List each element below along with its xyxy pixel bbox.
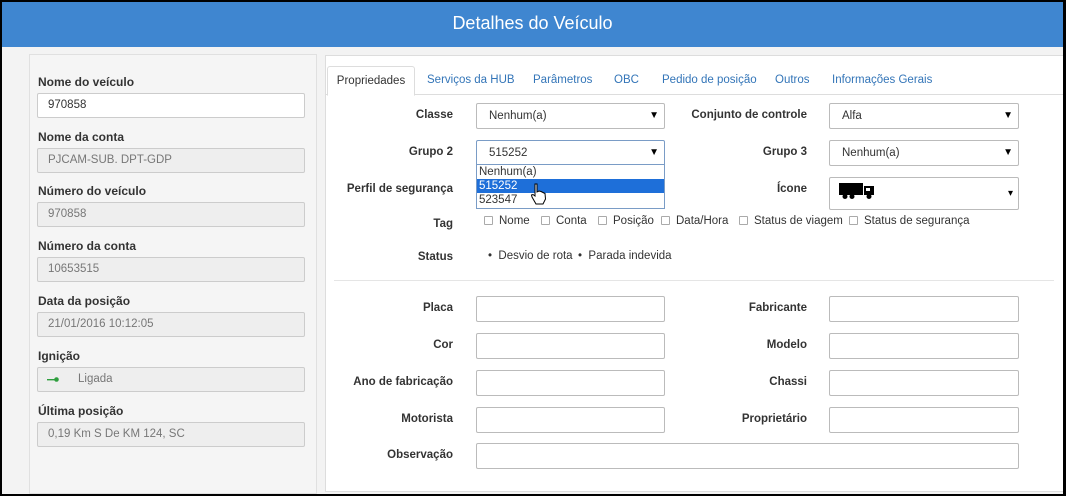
caret-down-icon: ▼ [1003, 147, 1013, 158]
status-desvio: Desvio de rota [498, 250, 573, 262]
tab-pedido-posicao[interactable]: Pedido de posição [662, 66, 757, 95]
observacao-label: Observação [387, 449, 453, 461]
conjunto-select[interactable]: Alfa ▼ [829, 103, 1019, 129]
account-number-field: 10653515 [37, 257, 305, 282]
section-divider [334, 280, 1054, 281]
vehicle-name-label: Nome do veículo [38, 75, 135, 89]
key-icon [47, 377, 59, 382]
grupo3-select[interactable]: Nenhum(a) ▼ [829, 140, 1019, 166]
tag-nome-checkbox[interactable]: Nome [484, 215, 530, 227]
tab-outros[interactable]: Outros [775, 66, 810, 95]
tag-posicao-checkbox[interactable]: Posição [598, 215, 654, 227]
modelo-label: Modelo [766, 339, 807, 351]
tab-propriedades[interactable]: Propriedades [327, 66, 415, 96]
ignition-label: Ignição [38, 349, 81, 363]
tab-informacoes-gerais[interactable]: Informações Gerais [832, 66, 932, 95]
position-date-label: Data da posição [38, 294, 131, 308]
last-position-field: 0,19 Km S De KM 124, SC [37, 422, 305, 447]
grupo2-select[interactable]: 515252 ▼ [476, 140, 665, 166]
ignition-field: Ligada [37, 367, 305, 392]
grupo3-label: Grupo 3 [762, 146, 807, 158]
caret-down-icon: ▼ [1003, 110, 1013, 121]
icone-label: Ícone [776, 183, 807, 195]
placa-input[interactable] [476, 296, 665, 322]
tag-status-viagem-checkbox[interactable]: Status de viagem [739, 215, 843, 227]
modelo-input[interactable] [829, 333, 1019, 359]
ano-label: Ano de fabricação [353, 376, 453, 388]
tab-obc[interactable]: OBC [614, 66, 639, 95]
tag-nome-label: Nome [499, 215, 530, 227]
account-name-field: PJCAM-SUB. DPT-GDP [37, 148, 305, 173]
caret-down-icon: ▾ [1007, 188, 1013, 199]
status-item: • Desvio de rota [488, 250, 573, 262]
vehicle-number-field: 970858 [37, 202, 305, 227]
ignition-value: Ligada [78, 373, 113, 385]
tag-conta-checkbox[interactable]: Conta [541, 215, 587, 227]
tag-label: Tag [433, 218, 453, 230]
tab-bar: Propriedades Serviços da HUB Parâmetros … [326, 56, 1063, 96]
truck-icon [839, 183, 874, 199]
caret-down-icon: ▼ [649, 147, 659, 158]
tag-datahora-label: Data/Hora [676, 215, 729, 227]
vehicle-details-window: Detalhes do Veículo Nome do veículo 9708… [2, 2, 1063, 494]
position-date-field: 21/01/2016 10:12:05 [37, 312, 305, 337]
motorista-label: Motorista [401, 413, 453, 425]
status-item: • Parada indevida [578, 250, 672, 262]
grupo2-label: Grupo 2 [408, 146, 453, 158]
conjunto-label: Conjunto de controle [691, 109, 807, 121]
grupo2-option[interactable]: Nenhum(a) [477, 165, 664, 179]
placa-label: Placa [422, 302, 453, 314]
chassi-label: Chassi [769, 376, 807, 388]
fabricante-label: Fabricante [748, 302, 807, 314]
grupo2-option-selected[interactable]: 515252 [477, 179, 664, 193]
tab-parametros[interactable]: Parâmetros [533, 66, 592, 95]
tag-conta-label: Conta [556, 215, 587, 227]
tag-posicao-label: Posição [613, 215, 654, 227]
properties-panel: Propriedades Serviços da HUB Parâmetros … [325, 55, 1063, 492]
grupo2-dropdown-list: Nenhum(a) 515252 523547 [476, 164, 665, 209]
observacao-input[interactable] [476, 443, 1019, 469]
perfil-label: Perfil de segurança [346, 183, 453, 195]
motorista-input[interactable] [476, 407, 665, 433]
grupo2-option[interactable]: 523547 [477, 193, 664, 207]
icone-select[interactable]: ▾ [829, 177, 1019, 210]
status-label: Status [417, 251, 453, 263]
proprietario-label: Proprietário [741, 413, 807, 425]
vehicle-number-label: Número do veículo [38, 184, 147, 198]
fabricante-input[interactable] [829, 296, 1019, 322]
account-number-label: Número da conta [38, 239, 137, 253]
tag-status-seguranca-label: Status de segurança [864, 215, 970, 227]
hand-cursor-icon [530, 183, 547, 205]
tag-datahora-checkbox[interactable]: Data/Hora [661, 215, 728, 227]
grupo3-value: Nenhum(a) [842, 147, 900, 159]
chassi-input[interactable] [829, 370, 1019, 396]
last-position-label: Última posição [38, 404, 124, 418]
cor-label: Cor [433, 339, 453, 351]
account-name-label: Nome da conta [38, 130, 125, 144]
tag-status-viagem-label: Status de viagem [754, 215, 843, 227]
vehicle-summary-panel: Nome do veículo 970858 Nome da conta PJC… [29, 54, 317, 494]
window-title: Detalhes do Veículo [2, 2, 1063, 47]
tab-servicos-hub[interactable]: Serviços da HUB [427, 66, 515, 95]
grupo2-value: 515252 [489, 147, 528, 159]
classe-label: Classe [415, 109, 453, 121]
status-parada: Parada indevida [588, 250, 672, 262]
caret-down-icon: ▼ [649, 110, 659, 121]
classe-value: Nenhum(a) [489, 110, 547, 122]
ano-input[interactable] [476, 370, 665, 396]
proprietario-input[interactable] [829, 407, 1019, 433]
vehicle-name-input[interactable]: 970858 [37, 93, 305, 118]
classe-select[interactable]: Nenhum(a) ▼ [476, 103, 665, 129]
cor-input[interactable] [476, 333, 665, 359]
tag-status-seguranca-checkbox[interactable]: Status de segurança [849, 215, 970, 227]
conjunto-value: Alfa [842, 110, 862, 122]
